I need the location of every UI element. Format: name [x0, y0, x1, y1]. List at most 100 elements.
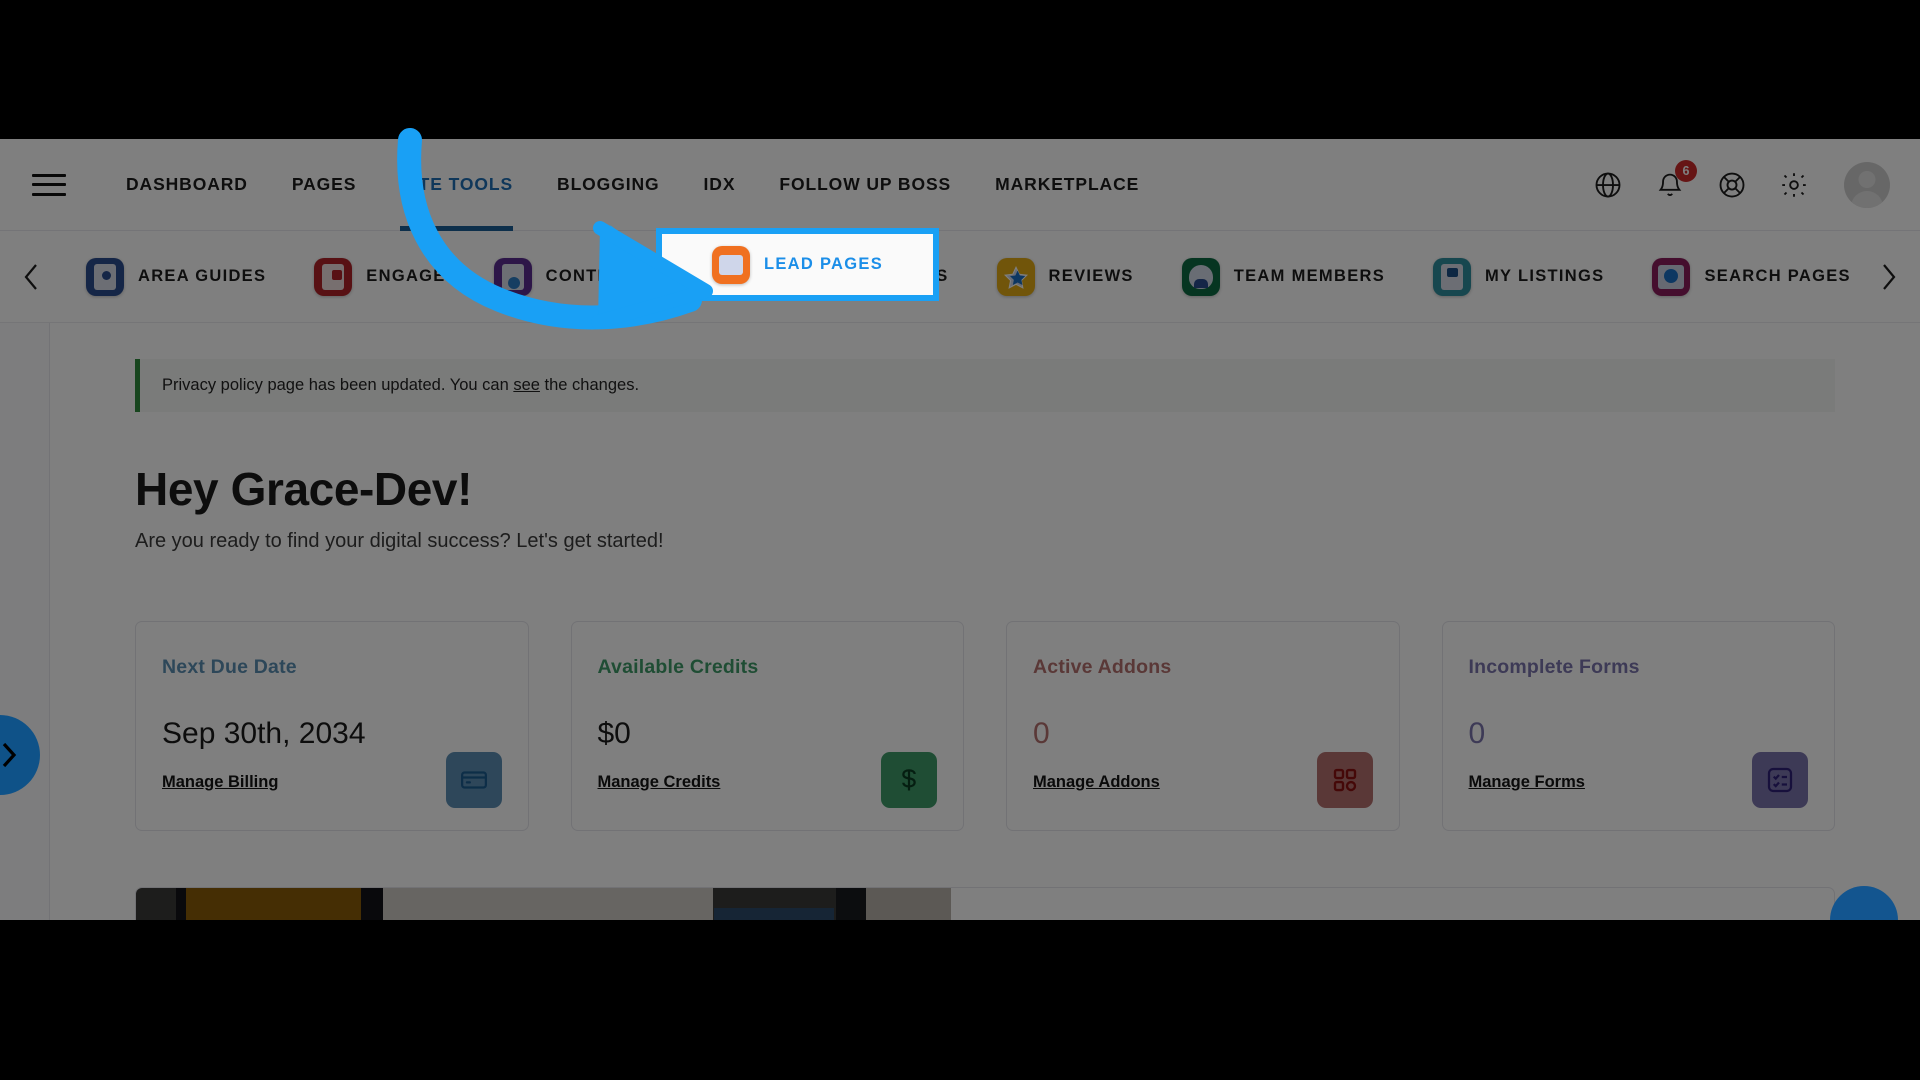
- nav-item-pages[interactable]: PAGES: [270, 139, 378, 231]
- reviews-star-icon: [996, 257, 1035, 296]
- team-members-icon: [1181, 257, 1220, 296]
- nav-label: PAGES: [291, 174, 357, 194]
- hamburger-menu-icon[interactable]: [32, 173, 66, 196]
- thumb-shape: [361, 888, 383, 920]
- notification-badge: 6: [1675, 159, 1697, 182]
- nav-label: IDX: [703, 174, 736, 194]
- tab-list: AREA GUIDES ENGAGE CONTENT CREATOR REVIE…: [62, 231, 1858, 323]
- tab-area-guides[interactable]: AREA GUIDES: [62, 231, 290, 323]
- dollar-sign-icon: [881, 752, 937, 808]
- burger-line: [32, 183, 66, 186]
- burger-line: [32, 192, 66, 196]
- thumb-shape: [866, 888, 951, 920]
- featured-media-card[interactable]: [135, 887, 1835, 920]
- nav-label: SITE TOOLS: [400, 174, 514, 194]
- card-title: Incomplete Forms: [1468, 656, 1640, 678]
- notice-text-after: the changes.: [539, 376, 640, 394]
- checklist-icon: [1752, 752, 1808, 808]
- card-title: Active Addons: [1033, 656, 1172, 678]
- page-subtitle: Are you ready to find your digital succe…: [135, 530, 664, 552]
- content-creator-icon: [493, 257, 532, 296]
- nav-label: MARKETPLACE: [995, 174, 1140, 194]
- tab-label: ENGAGE: [366, 267, 446, 285]
- stat-card-incomplete-forms: Incomplete Forms 0 Manage Forms: [1441, 621, 1835, 831]
- star-glyph: [1003, 265, 1028, 289]
- card-value: 0: [1468, 717, 1486, 750]
- tab-search-pages[interactable]: SEARCH PAGES: [1628, 231, 1858, 323]
- manage-billing-link[interactable]: Manage Billing: [162, 773, 278, 792]
- icon-accent: [1664, 268, 1679, 283]
- my-listings-icon: [1433, 257, 1472, 296]
- left-rail: [0, 323, 50, 920]
- card-value: $0: [597, 717, 631, 750]
- nav-item-site-tools[interactable]: SITE TOOLS: [378, 139, 535, 231]
- tab-team-members[interactable]: TEAM MEMBERS: [1158, 231, 1409, 323]
- video-thumbnail: [136, 888, 951, 920]
- tab-label: MY LISTINGS: [1485, 267, 1605, 285]
- highlight-box-lead-pages[interactable]: LEAD PAGES: [656, 228, 939, 301]
- notice-see-link[interactable]: see: [513, 376, 540, 394]
- nav-label: DASHBOARD: [126, 174, 248, 194]
- nav-item-marketplace[interactable]: MARKETPLACE: [973, 139, 1161, 231]
- nav-item-idx[interactable]: IDX: [682, 139, 758, 231]
- tab-label: REVIEWS: [1048, 267, 1134, 285]
- tab-label: AREA GUIDES: [138, 267, 267, 285]
- thumb-shape: [186, 888, 361, 920]
- top-navigation-bar: DASHBOARD PAGES SITE TOOLS BLOGGING IDX …: [0, 139, 1920, 231]
- manage-credits-link[interactable]: Manage Credits: [598, 773, 721, 792]
- nav-label: BLOGGING: [557, 174, 660, 194]
- nav-item-dashboard[interactable]: DASHBOARD: [104, 139, 270, 231]
- thumb-shape: [714, 908, 834, 920]
- privacy-policy-notice: Privacy policy page has been updated. Yo…: [135, 359, 1835, 412]
- page-body: Privacy policy page has been updated. Yo…: [50, 323, 1920, 920]
- stat-card-next-due-date: Next Due Date Sep 30th, 2034 Manage Bill…: [135, 621, 529, 831]
- tabs-scroll-left-button[interactable]: [0, 231, 62, 323]
- tab-reviews[interactable]: REVIEWS: [973, 231, 1158, 323]
- bell-icon[interactable]: 6: [1652, 159, 1697, 203]
- nav-item-blogging[interactable]: BLOGGING: [535, 139, 681, 231]
- thumb-shape: [383, 888, 713, 920]
- stat-card-grid: Next Due Date Sep 30th, 2034 Manage Bill…: [135, 621, 1835, 831]
- stat-card-available-credits: Available Credits $0 Manage Credits: [570, 621, 964, 831]
- site-tools-tab-bar: AREA GUIDES ENGAGE CONTENT CREATOR REVIE…: [0, 231, 1920, 323]
- nav-label: FOLLOW UP BOSS: [779, 174, 952, 194]
- nav-icon-group: 6: [1590, 159, 1890, 208]
- gear-settings-icon[interactable]: [1776, 167, 1812, 203]
- icon-accent: [507, 276, 520, 289]
- tab-my-listings[interactable]: MY LISTINGS: [1409, 231, 1628, 323]
- icon-accent: [1447, 267, 1459, 277]
- lead-pages-icon: [711, 245, 750, 284]
- life-ring-support-icon[interactable]: [1714, 167, 1750, 203]
- dashboard-content: Privacy policy page has been updated. Yo…: [0, 323, 1920, 920]
- notice-text-before: Privacy policy page has been updated. Yo…: [162, 376, 514, 394]
- thumb-shape: [836, 888, 866, 920]
- avatar[interactable]: [1844, 161, 1890, 208]
- primary-nav-links: DASHBOARD PAGES SITE TOOLS BLOGGING IDX …: [104, 139, 1161, 231]
- manage-addons-link[interactable]: Manage Addons: [1033, 773, 1160, 792]
- burger-line: [32, 173, 66, 177]
- search-pages-icon: [1652, 257, 1691, 296]
- screenshot-root: DASHBOARD PAGES SITE TOOLS BLOGGING IDX …: [0, 0, 1920, 1080]
- tab-engage[interactable]: ENGAGE: [290, 231, 469, 323]
- thumb-shape: [176, 888, 186, 920]
- engage-icon: [314, 257, 353, 296]
- icon-accent: [332, 269, 343, 280]
- stat-card-active-addons: Active Addons 0 Manage Addons: [1006, 621, 1400, 831]
- globe-icon[interactable]: [1590, 167, 1626, 203]
- tab-label: SEARCH PAGES: [1704, 267, 1851, 285]
- card-value: 0: [1033, 717, 1050, 750]
- tab-label: TEAM MEMBERS: [1233, 267, 1386, 285]
- card-title: Next Due Date: [162, 656, 297, 678]
- card-value: Sep 30th, 2034: [162, 717, 366, 750]
- icon-glyph: [718, 254, 743, 275]
- nav-item-follow-up-boss[interactable]: FOLLOW UP BOSS: [757, 139, 973, 231]
- icon-accent: [1193, 278, 1208, 288]
- grid-squares-icon: [1316, 752, 1373, 808]
- greeting-block: Hey Grace-Dev! Are you ready to find you…: [135, 462, 1920, 553]
- manage-forms-link[interactable]: Manage Forms: [1469, 773, 1585, 792]
- icon-accent: [102, 270, 111, 280]
- tabs-scroll-right-button[interactable]: [1858, 231, 1920, 323]
- browser-viewport: DASHBOARD PAGES SITE TOOLS BLOGGING IDX …: [0, 139, 1920, 920]
- page-title: Hey Grace-Dev!: [135, 463, 473, 515]
- highlight-label: LEAD PAGES: [763, 255, 884, 273]
